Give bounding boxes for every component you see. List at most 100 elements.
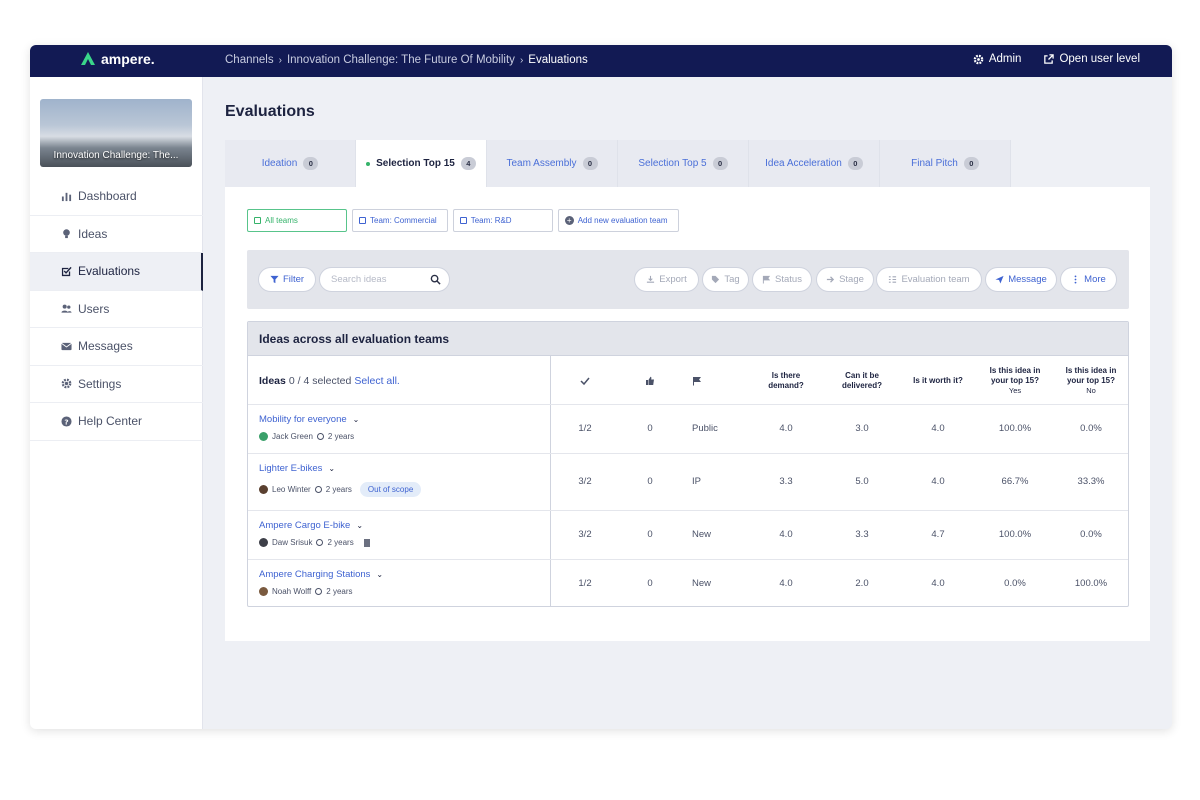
table-row[interactable]: Ampere Charging Stations ⌄ Noah Wolff 2 y… [248, 559, 1128, 606]
admin-button[interactable]: Admin [973, 53, 1021, 65]
challenge-banner[interactable]: Innovation Challenge: The... [40, 99, 192, 167]
stage-label: Stage [839, 274, 864, 285]
chevron-down-icon[interactable]: ⌄ [353, 415, 360, 424]
avatar [259, 432, 268, 441]
sidebar-item-messages[interactable]: Messages [30, 328, 203, 366]
team-chip-label: Team: Commercial [370, 216, 437, 225]
sidebar-item-dashboard[interactable]: Dashboard [30, 178, 203, 216]
tab-idea-acceleration[interactable]: Idea Acceleration 0 [749, 140, 880, 187]
chevron-right-icon: › [519, 54, 524, 66]
cell-likes: 0 [647, 529, 653, 540]
brand-logo[interactable]: ampere. [80, 51, 155, 67]
tab-selection-top-15[interactable]: Selection Top 15 4 [356, 140, 487, 187]
cell-top15-no: 33.3% [1077, 476, 1105, 487]
header-checks[interactable] [556, 357, 614, 405]
document-icon [363, 538, 370, 547]
thumbs-up-icon [646, 376, 654, 385]
chevron-down-icon[interactable]: ⌄ [328, 464, 335, 473]
app-window: ampere. Channels › Innovation Challenge:… [30, 45, 1172, 729]
sidebar-item-help-center[interactable]: ? Help Center [30, 403, 203, 441]
export-button[interactable]: Export [634, 267, 699, 292]
stage-button[interactable]: Stage [816, 267, 874, 292]
idea-title[interactable]: Ampere Cargo E-bike ⌄ [259, 520, 363, 531]
header-demand[interactable]: Is there demand? [753, 357, 819, 405]
message-label: Message [1008, 274, 1047, 285]
idea-age: 2 years [325, 485, 352, 494]
header-top15-no[interactable]: Is this idea in your top 15? No [1056, 357, 1126, 405]
arrow-right-icon [826, 276, 835, 283]
clock-icon [314, 486, 322, 493]
cell-demand: 4.0 [779, 423, 793, 434]
status-badge[interactable]: Out of scope [359, 482, 422, 497]
send-icon [995, 275, 1004, 284]
team-chip-all[interactable]: All teams [247, 209, 347, 232]
chevron-down-icon[interactable]: ⌄ [356, 521, 363, 530]
ideas-column-header: Ideas 0 / 4 selected Select all. [259, 357, 400, 405]
tab-final-pitch[interactable]: Final Pitch 0 [880, 140, 1011, 187]
tag-button[interactable]: Tag [702, 267, 749, 292]
tab-label: Idea Acceleration [765, 158, 842, 169]
cell-demand: 4.0 [779, 529, 793, 540]
header-likes[interactable] [621, 357, 679, 405]
cell-likes: 0 [647, 578, 653, 589]
breadcrumb-channels[interactable]: Channels [225, 54, 274, 66]
tab-selection-top-5[interactable]: Selection Top 5 0 [618, 140, 749, 187]
sidebar-item-evaluations[interactable]: Evaluations [30, 253, 203, 291]
sidebar-item-settings[interactable]: Settings [30, 366, 203, 403]
search-input[interactable]: Search ideas [319, 267, 450, 292]
stage-tabs: Ideation 0 Selection Top 15 4 Team Assem… [225, 140, 1011, 187]
idea-title[interactable]: Lighter E-bikes ⌄ [259, 463, 335, 474]
tab-ideation[interactable]: Ideation 0 [225, 140, 356, 187]
add-evaluation-team-button[interactable]: + Add new evaluation team [557, 209, 679, 232]
message-button[interactable]: Message [985, 267, 1057, 292]
table-row[interactable]: Ampere Cargo E-bike ⌄ Daw Srisuk 2 years … [248, 510, 1128, 559]
cell-top15-yes: 100.0% [998, 423, 1032, 434]
header-flag[interactable] [682, 357, 712, 405]
idea-title[interactable]: Mobility for everyone ⌄ [259, 414, 359, 425]
header-delivered[interactable]: Can it be delivered? [829, 357, 895, 405]
selected-count: 0 / 4 selected [288, 375, 352, 387]
plus-circle-icon: + [564, 216, 574, 225]
filter-button[interactable]: Filter [258, 267, 316, 292]
breadcrumb-challenge[interactable]: Innovation Challenge: The Future Of Mobi… [287, 54, 515, 66]
table-row[interactable]: Lighter E-bikes ⌄ Leo Winter 2 years Out … [248, 453, 1128, 510]
tab-count-badge: 0 [712, 157, 728, 170]
avatar [259, 587, 268, 596]
idea-title-text: Lighter E-bikes [259, 463, 323, 474]
cell-top15-yes: 0.0% [1004, 578, 1026, 589]
gear-icon [61, 378, 72, 389]
header-top15-yes[interactable]: Is this idea in your top 15? Yes [980, 357, 1050, 405]
idea-age: 2 years [326, 587, 353, 596]
sidebar-item-ideas[interactable]: Ideas [30, 216, 203, 253]
sidebar-item-users[interactable]: Users [30, 291, 203, 328]
question-icon: ? [61, 416, 72, 427]
chevron-down-icon[interactable]: ⌄ [376, 570, 383, 579]
search-placeholder: Search ideas [331, 274, 387, 285]
open-user-level-button[interactable]: Open user level [1043, 53, 1140, 65]
status-button[interactable]: Status [752, 267, 812, 292]
status-label: Status [775, 274, 802, 285]
idea-meta: Noah Wolff 2 years [259, 587, 353, 596]
cell-worth: 4.0 [931, 476, 945, 487]
bar-chart-icon [61, 192, 72, 201]
more-button[interactable]: More [1060, 267, 1117, 292]
header-worth[interactable]: Is it worth it? [905, 357, 971, 405]
chevron-right-icon: › [278, 54, 282, 66]
idea-title[interactable]: Ampere Charging Stations ⌄ [259, 569, 383, 580]
external-link-icon [1044, 53, 1055, 64]
tab-team-assembly[interactable]: Team Assembly 0 [487, 140, 618, 187]
select-all-link[interactable]: Select all. [354, 375, 400, 387]
tab-count-badge: 4 [460, 157, 476, 170]
team-chip-rnd[interactable]: Team: R&D [452, 209, 553, 232]
team-chip-label: Add new evaluation team [577, 216, 668, 225]
vertical-ellipsis-icon [1074, 275, 1077, 284]
team-chip-commercial[interactable]: Team: Commercial [352, 209, 448, 232]
cell-delivered: 3.0 [855, 423, 869, 434]
table-row[interactable]: Mobility for everyone ⌄ Jack Green 2 year… [248, 404, 1128, 453]
evaluation-team-button[interactable]: Evaluation team [876, 267, 982, 292]
evaluation-team-label: Evaluation team [901, 274, 970, 285]
tab-label: Ideation [261, 158, 298, 169]
svg-text:?: ? [64, 417, 68, 426]
sidebar-item-label: Ideas [78, 226, 108, 241]
table-title: Ideas across all evaluation teams [248, 322, 1128, 356]
